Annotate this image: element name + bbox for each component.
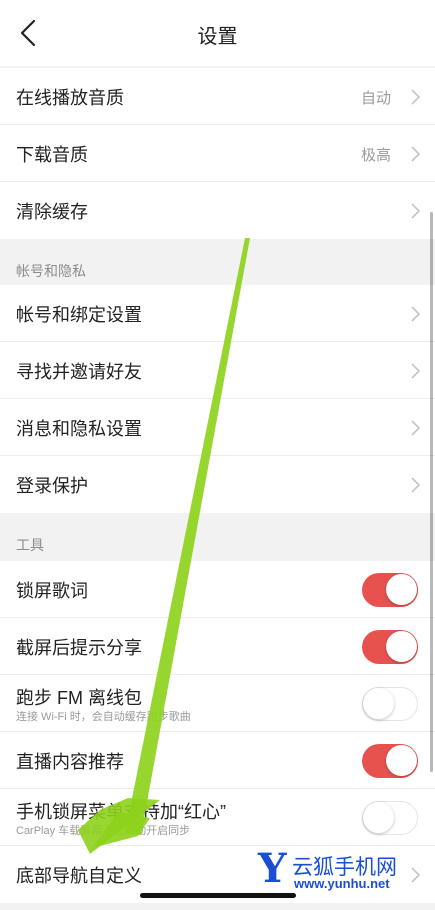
row-message-privacy[interactable]: 消息和隐私设置	[0, 399, 435, 456]
toggle-knob	[386, 631, 417, 662]
section-header-tools: 工具	[0, 513, 435, 559]
row-lock-screen-lyrics: 锁屏歌词	[0, 561, 435, 618]
row-account-binding[interactable]: 帐号和绑定设置	[0, 285, 435, 342]
toggle-knob	[363, 802, 394, 833]
chevron-right-icon	[411, 420, 421, 436]
row-download-quality[interactable]: 下载音质 极高	[0, 125, 435, 182]
section-label: 工具	[16, 537, 44, 553]
toggle-knob	[386, 745, 417, 776]
row-label: 帐号和绑定设置	[16, 305, 142, 325]
live-recommend-toggle[interactable]	[362, 744, 418, 778]
row-online-quality[interactable]: 在线播放音质 自动	[0, 68, 435, 125]
section-header-account: 帐号和隐私	[0, 239, 435, 285]
row-label: 清除缓存	[16, 202, 88, 222]
row-label: 直播内容推荐	[16, 752, 124, 772]
row-label: 锁屏歌词	[16, 581, 88, 601]
navigation-bar: 设置	[0, 0, 435, 66]
row-running-fm-offline: 跑步 FM 离线包 连接 Wi-Fi 时，会自动缓存跑步歌曲	[0, 675, 435, 732]
lock-lyrics-toggle[interactable]	[362, 573, 418, 607]
row-label: 在线播放音质	[16, 88, 124, 108]
row-screenshot-share: 截屏后提示分享	[0, 618, 435, 675]
lockscreen-heart-toggle[interactable]	[362, 801, 418, 835]
row-clear-cache[interactable]: 清除缓存	[0, 182, 435, 239]
settings-group-general: 在线播放音质 自动 下载音质 极高 清除缓存	[0, 68, 435, 239]
row-lockscreen-heart: 手机锁屏菜单支持加“红心” CarPlay 车载屏幕上会自动开启同步	[0, 789, 435, 846]
row-label: 手机锁屏菜单支持加“红心”	[16, 802, 226, 822]
page-title: 设置	[197, 26, 238, 48]
section-label: 帐号和隐私	[16, 263, 86, 279]
row-login-protection[interactable]: 登录保护	[0, 456, 435, 513]
row-label: 消息和隐私设置	[16, 419, 142, 439]
running-fm-toggle[interactable]	[362, 687, 418, 721]
settings-group-tools: 锁屏歌词 截屏后提示分享 跑步 FM 离线包 连接 Wi-Fi 时，会自动缓存跑…	[0, 561, 435, 903]
chevron-right-icon	[411, 146, 421, 162]
row-label: 寻找并邀请好友	[16, 362, 142, 382]
chevron-right-icon	[411, 867, 421, 883]
settings-group-account: 帐号和绑定设置 寻找并邀请好友 消息和隐私设置 登录保护	[0, 285, 435, 513]
scrollbar[interactable]	[430, 212, 433, 772]
row-value: 自动	[360, 90, 391, 107]
row-label: 登录保护	[16, 476, 88, 496]
chevron-right-icon	[411, 477, 421, 493]
chevron-right-icon	[411, 363, 421, 379]
row-label: 跑步 FM 离线包	[16, 688, 142, 708]
chevron-right-icon	[411, 89, 421, 105]
home-indicator[interactable]	[140, 893, 296, 898]
chevron-right-icon	[411, 203, 421, 219]
row-label: 下载音质	[16, 145, 88, 165]
toggle-knob	[386, 574, 417, 605]
row-invite-friends[interactable]: 寻找并邀请好友	[0, 342, 435, 399]
toggle-knob	[363, 688, 394, 719]
row-live-recommend: 直播内容推荐	[0, 732, 435, 789]
row-subtitle: 连接 Wi-Fi 时，会自动缓存跑步歌曲	[16, 711, 191, 723]
row-value: 极高	[360, 147, 391, 164]
row-subtitle: CarPlay 车载屏幕上会自动开启同步	[16, 825, 191, 837]
row-label: 底部导航自定义	[16, 866, 142, 886]
screenshot-share-toggle[interactable]	[362, 630, 418, 664]
row-label: 截屏后提示分享	[16, 638, 142, 658]
chevron-right-icon	[411, 306, 421, 322]
